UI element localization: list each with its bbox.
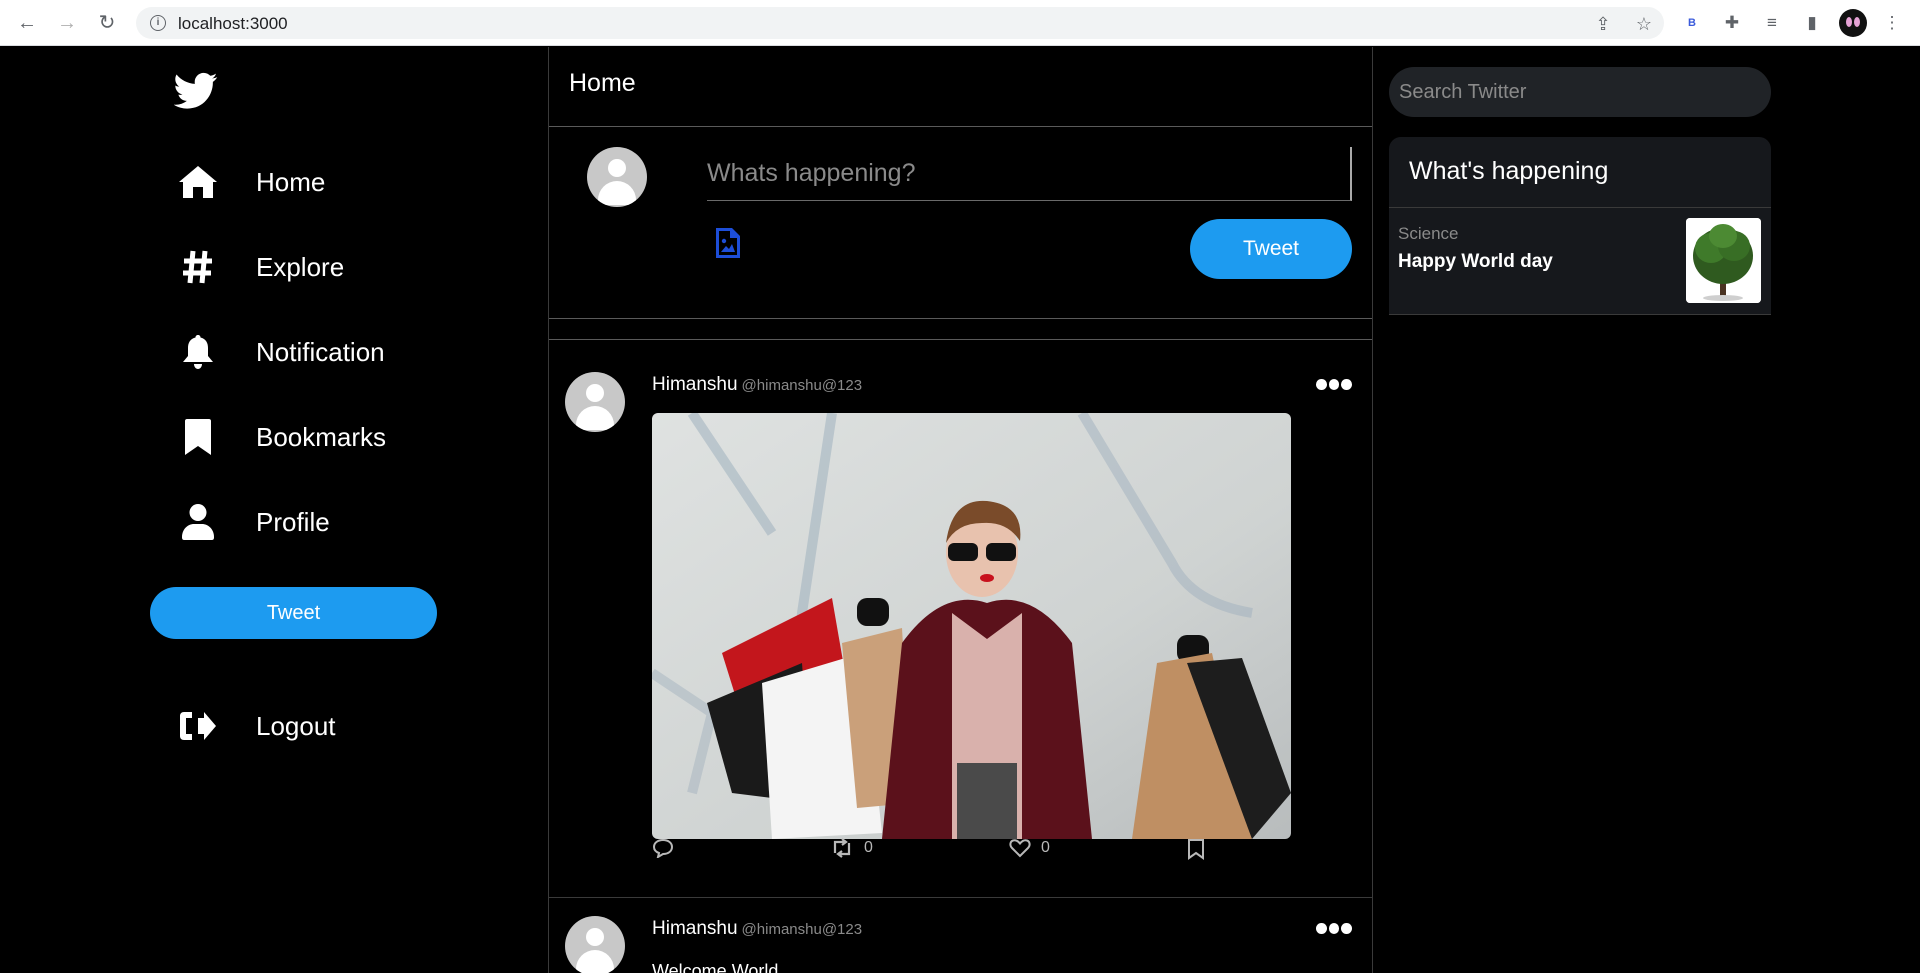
sidebar-item-label: Profile [256, 506, 330, 537]
sidebar-item-label: Bookmarks [256, 421, 387, 452]
tweet-card: Himanshu @himanshu@123 0 0 [549, 340, 1372, 898]
share-icon[interactable]: ⇪ [1592, 15, 1614, 33]
tweet-author[interactable]: Himanshu @himanshu@123 [652, 918, 862, 940]
like-count: 0 [1041, 839, 1050, 856]
author-name: Himanshu [652, 918, 738, 939]
bookmark-icon[interactable] [1187, 838, 1205, 860]
tweet-card: Himanshu @himanshu@123 Welcome World [549, 898, 1372, 973]
sidebar-item-notification[interactable]: Notification [176, 327, 385, 377]
tweet-composer: Tweet [549, 127, 1372, 319]
bookmark-icon [176, 415, 220, 459]
trend-image [1686, 218, 1761, 303]
avatar[interactable] [565, 372, 625, 432]
sidebar-item-explore[interactable]: Explore [176, 242, 344, 292]
star-icon[interactable]: ☆ [1633, 15, 1655, 33]
reload-icon[interactable]: ↻ [94, 10, 120, 36]
browser-toolbar: ← → ↻ i localhost:3000 ⇪ ☆ B ✚ ≡ ▮ ⋮ [0, 0, 1920, 46]
url-text[interactable]: localhost:3000 [178, 14, 288, 34]
tweet-submit-button[interactable]: Tweet [1190, 219, 1352, 279]
twitter-logo-icon[interactable] [173, 72, 222, 112]
more-options-icon[interactable] [1316, 923, 1353, 935]
sidebar: Home Explore Notification Bookmarks Prof… [0, 47, 548, 973]
logout-button[interactable]: Logout [176, 701, 336, 751]
media-icon[interactable]: ≡ [1760, 11, 1784, 35]
image-upload-icon[interactable] [715, 227, 743, 261]
side-panel-icon[interactable]: ▮ [1800, 11, 1824, 35]
trends-title: What's happening [1409, 157, 1609, 185]
more-options-icon[interactable] [1316, 379, 1353, 391]
user-icon [176, 500, 220, 544]
page-title: Home [569, 69, 636, 97]
sidebar-item-home[interactable]: Home [176, 157, 325, 207]
reply-icon[interactable] [652, 838, 674, 858]
author-handle: @himanshu@123 [741, 921, 863, 938]
author-name: Himanshu [652, 374, 738, 395]
tweet-image[interactable] [652, 413, 1291, 839]
back-icon[interactable]: ← [14, 10, 40, 36]
trends-panel: What's happening Science Happy World day [1389, 137, 1771, 315]
feed-header: Home [549, 47, 1372, 127]
sidebar-item-profile[interactable]: Profile [176, 497, 330, 547]
sidebar-item-bookmarks[interactable]: Bookmarks [176, 412, 386, 462]
logout-icon [176, 704, 220, 748]
like-button[interactable]: 0 [1009, 838, 1050, 858]
menu-icon[interactable]: ⋮ [1880, 11, 1904, 35]
trend-category: Science [1398, 224, 1459, 243]
search-input[interactable] [1389, 67, 1771, 117]
retweet-count: 0 [864, 839, 873, 856]
compose-input[interactable] [707, 147, 1352, 201]
sidebar-item-label: Explore [256, 251, 345, 282]
sidebar-item-label: Notification [256, 336, 385, 367]
avatar [587, 147, 647, 207]
main-feed: Home Tweet Himanshu@himanshu@123 [548, 47, 1373, 973]
retweet-button[interactable]: 0 [830, 838, 873, 858]
retweet-icon [833, 838, 851, 858]
forward-icon[interactable]: → [54, 10, 80, 36]
extensions-icon[interactable]: ✚ [1720, 11, 1744, 35]
info-icon[interactable]: i [150, 15, 166, 31]
trend-title: Happy World day [1398, 251, 1553, 272]
divider [1389, 314, 1771, 315]
sidebar-tweet-button[interactable]: Tweet [150, 587, 437, 639]
hashtag-icon [176, 245, 220, 289]
avatar[interactable] [565, 916, 625, 973]
logout-label: Logout [256, 710, 336, 741]
profile-avatar-icon[interactable] [1839, 9, 1867, 37]
bell-icon [176, 330, 220, 374]
right-sidebar: What's happening Science Happy World day [1373, 47, 1920, 973]
author-handle: @himanshu@123 [741, 377, 863, 394]
tweet-actions: 0 0 [652, 838, 1292, 864]
address-bar[interactable]: i localhost:3000 ⇪ ☆ [136, 7, 1664, 39]
sidebar-item-label: Home [256, 166, 326, 197]
bitwarden-icon[interactable]: B [1680, 11, 1704, 35]
home-icon [176, 160, 220, 204]
tweet-text: Welcome World [652, 961, 779, 973]
tweet-author[interactable]: Himanshu @himanshu@123 [652, 374, 862, 396]
heart-icon [1009, 839, 1031, 858]
trend-item[interactable]: Science Happy World day [1389, 208, 1771, 314]
